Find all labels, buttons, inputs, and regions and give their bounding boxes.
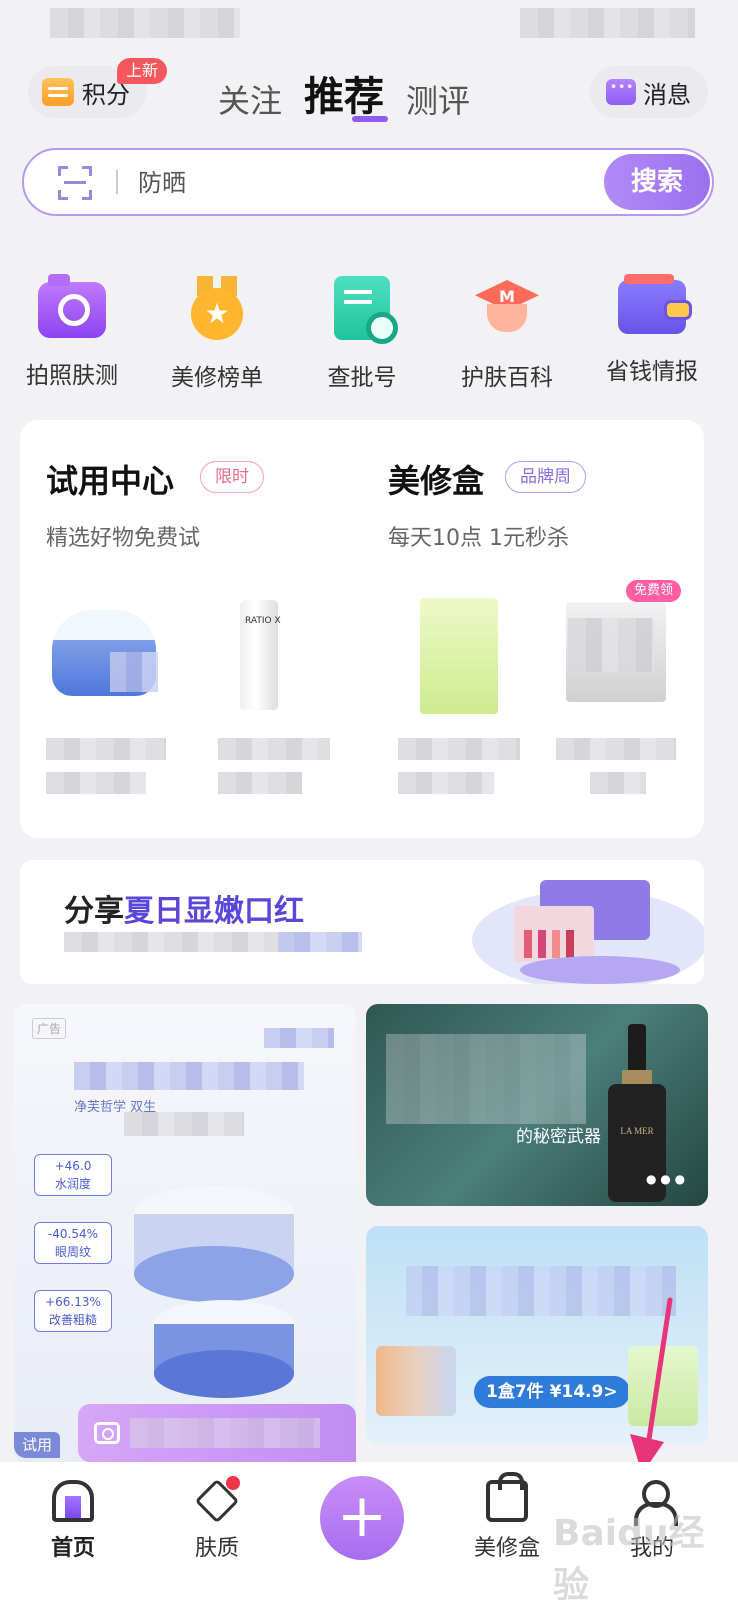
stat-value: +46.0 — [54, 1159, 92, 1173]
blurred-text — [130, 1418, 320, 1448]
wallet-icon — [618, 274, 692, 334]
stat-label: 改善粗糙 — [48, 1313, 97, 1327]
product-image — [376, 1346, 456, 1416]
stat-label: 眼周纹 — [54, 1245, 91, 1259]
blurred-area — [386, 1034, 586, 1124]
document-search-icon — [334, 276, 398, 344]
tab-follow[interactable]: 关注 — [218, 76, 282, 122]
graduation-cap-icon — [473, 276, 541, 340]
trial-center-subtitle: 精选好物免费试 — [46, 526, 201, 551]
quick-action-ranking[interactable]: 美修榜单 — [157, 276, 277, 392]
trial-center-tag: 限时 — [200, 461, 264, 493]
stat-value: +66.13% — [45, 1295, 101, 1309]
beauty-box-tag: 品牌周 — [505, 461, 586, 493]
price-pill: 1盒7件 ¥14.9> — [474, 1376, 630, 1408]
product-brand-label: RATIO X — [245, 616, 281, 626]
banner-title-highlight: 夏日显嫩口红 — [124, 894, 304, 929]
nav-label: 肤质 — [194, 1536, 239, 1561]
stat-badge: -40.54% 眼周纹 — [34, 1222, 112, 1264]
search-input[interactable]: 防晒 — [138, 164, 186, 202]
home-icon — [52, 1480, 94, 1522]
search-divider — [116, 170, 118, 194]
app-screen: 积分 上新 关注 推荐 测评 消息 防晒 搜索 拍照肤测 美修榜单 查批号 护肤… — [0, 0, 738, 1600]
feed-ad-card[interactable]: 广告 净芙哲学 双生 +46.0 水润度 -40.54% 眼周纹 +66.13% 改善… — [14, 1004, 356, 1464]
plus-icon[interactable]: + — [320, 1476, 404, 1560]
top-tabs: 关注 推荐 测评 — [218, 62, 518, 122]
arrow-annotation — [630, 1297, 673, 1474]
camera-icon — [38, 274, 106, 338]
stat-value: -40.54% — [47, 1227, 99, 1241]
status-bar-left — [50, 8, 240, 38]
quick-action-label: 美修榜单 — [171, 365, 263, 391]
product-name-blurred — [398, 772, 494, 794]
message-icon — [606, 79, 636, 105]
beauty-box-title[interactable]: 美修盒 — [388, 456, 484, 502]
blurred-area — [124, 1112, 244, 1136]
search-button[interactable]: 搜索 — [604, 154, 710, 210]
messages-label: 消息 — [643, 80, 691, 109]
carousel-dots: ● ● ● — [646, 1172, 686, 1186]
scan-icon[interactable] — [58, 166, 92, 200]
active-tab-indicator — [352, 116, 388, 122]
nav-home[interactable]: 首页 — [18, 1462, 128, 1562]
free-badge: 免费领 — [626, 580, 682, 602]
blurred-area — [110, 652, 158, 692]
product-name-blurred — [46, 772, 146, 794]
camera-icon — [94, 1422, 120, 1444]
quick-action-label: 省钱情报 — [606, 359, 698, 385]
card-caption: 的秘密武器 — [516, 1127, 601, 1147]
status-bar-right — [520, 8, 695, 38]
medal-icon — [183, 276, 251, 340]
tab-recommend[interactable]: 推荐 — [304, 64, 384, 122]
nav-label: 美修盒 — [473, 1536, 540, 1561]
product-name-blurred — [218, 772, 302, 794]
stat-label: 水润度 — [54, 1177, 91, 1191]
banner-illustration — [472, 880, 704, 984]
brand-text: LA MER — [620, 1126, 653, 1136]
product-name-blurred — [556, 738, 676, 760]
banner-subtitle-blurred — [64, 932, 294, 952]
nav-label: 首页 — [50, 1536, 95, 1561]
feed-lamer-card[interactable]: 的秘密武器 LA MER ● ● ● — [366, 1004, 708, 1206]
nav-skin-type[interactable]: 肤质 — [162, 1462, 272, 1562]
quick-action-label: 查批号 — [327, 365, 397, 391]
banner-title-prefix: 分享 — [64, 894, 124, 929]
cream-jar-image — [134, 1186, 294, 1398]
product-name-blurred — [590, 772, 646, 794]
nav-beauty-box[interactable]: 美修盒 — [452, 1462, 562, 1562]
tab-review[interactable]: 测评 — [406, 76, 470, 122]
quick-action-label: 拍照肤测 — [26, 363, 118, 389]
quick-action-batch-lookup[interactable]: 查批号 — [302, 276, 422, 392]
quick-action-label: 护肤百科 — [461, 365, 553, 391]
quick-action-savings[interactable]: 省钱情报 — [592, 274, 712, 386]
messages-button[interactable]: 消息 — [590, 66, 708, 118]
blurred-area — [264, 1028, 334, 1048]
stat-badge: +66.13% 改善粗糙 — [34, 1290, 112, 1332]
ad-title-blurred — [74, 1062, 304, 1090]
new-badge: 上新 — [117, 58, 168, 84]
blurred-area — [568, 618, 654, 672]
product-name-blurred — [46, 738, 166, 760]
notification-dot — [226, 1476, 240, 1490]
watermark: Baidu经验 — [553, 1513, 705, 1600]
quick-action-skincare-wiki[interactable]: 护肤百科 — [447, 276, 567, 392]
quick-action-photo-skin-test[interactable]: 拍照肤测 — [12, 274, 132, 390]
trial-center-title[interactable]: 试用中心 — [46, 456, 174, 502]
points-icon — [42, 78, 74, 106]
search-bar: 防晒 搜索 — [22, 148, 714, 216]
product-name-blurred — [218, 738, 330, 760]
product-image[interactable] — [420, 598, 498, 714]
share-lipstick-banner[interactable]: 分享夏日显嫩口红 — [20, 860, 704, 984]
stat-badge: +46.0 水润度 — [34, 1154, 112, 1196]
ad-tag: 广告 — [32, 1018, 67, 1039]
photo-skin-test-bar[interactable] — [78, 1404, 356, 1462]
beauty-box-subtitle: 每天10点 1元秒杀 — [388, 526, 569, 551]
bag-icon — [486, 1472, 528, 1522]
blurred-area — [278, 932, 362, 952]
product-name-blurred — [398, 738, 520, 760]
banner-title: 分享夏日显嫩口红 — [64, 886, 304, 930]
try-tag: 试用 — [14, 1432, 61, 1458]
